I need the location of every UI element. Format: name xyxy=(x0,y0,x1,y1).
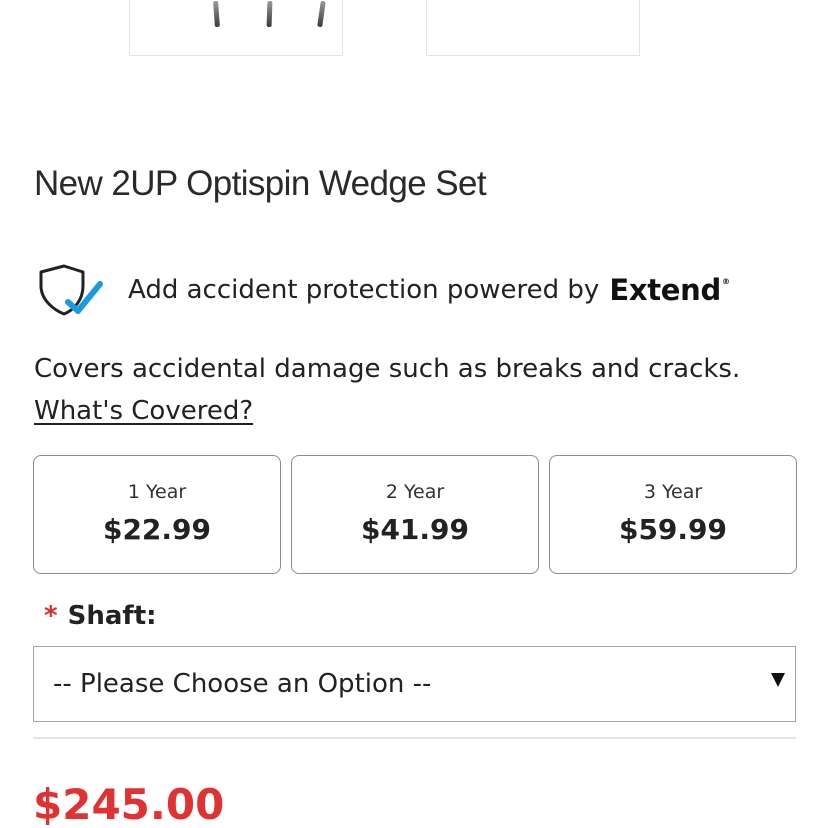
club-image xyxy=(266,0,273,28)
product-title: New 2UP Optispin Wedge Set xyxy=(34,164,487,203)
plan-price: $41.99 xyxy=(360,513,470,546)
shield-check-icon xyxy=(39,264,103,316)
plan-term: 3 Year xyxy=(643,481,703,503)
dropdown-arrow-icon xyxy=(771,673,785,687)
product-price: $245.00 xyxy=(33,780,225,828)
product-page: New 2UP Optispin Wedge Set Add accident … xyxy=(0,0,828,828)
shaft-label: * Shaft: xyxy=(44,601,157,631)
protection-description: Covers accidental damage such as breaks … xyxy=(34,354,741,384)
protection-offer-text: Add accident protection powered by xyxy=(128,275,600,305)
plan-price: $59.99 xyxy=(618,513,728,546)
whats-covered-link[interactable]: What's Covered? xyxy=(34,396,253,426)
club-image xyxy=(317,0,326,28)
plan-term: 2 Year xyxy=(385,481,445,503)
product-thumbnail[interactable] xyxy=(426,0,640,56)
registered-mark: ® xyxy=(721,277,730,286)
product-thumbnail[interactable] xyxy=(129,0,343,56)
protection-plans: 1 Year $22.99 2 Year $41.99 3 Year $59.9… xyxy=(33,455,797,574)
shaft-select[interactable]: -- Please Choose an Option -- xyxy=(33,646,796,722)
shaft-select-value: -- Please Choose an Option -- xyxy=(53,669,432,699)
club-image xyxy=(213,0,220,28)
accident-protection-offer: Add accident protection powered by Exten… xyxy=(38,262,730,318)
plan-option-2-year[interactable]: 2 Year $41.99 xyxy=(291,455,539,574)
plan-option-3-year[interactable]: 3 Year $59.99 xyxy=(549,455,797,574)
required-indicator: * xyxy=(44,601,58,631)
extend-brand-name: Extend xyxy=(609,273,721,307)
plan-price: $22.99 xyxy=(102,513,212,546)
plan-option-1-year[interactable]: 1 Year $22.99 xyxy=(33,455,281,574)
extend-logo: Extend® xyxy=(609,273,730,307)
shaft-label-text: Shaft: xyxy=(67,601,157,631)
plan-term: 1 Year xyxy=(127,481,187,503)
divider xyxy=(33,737,796,739)
